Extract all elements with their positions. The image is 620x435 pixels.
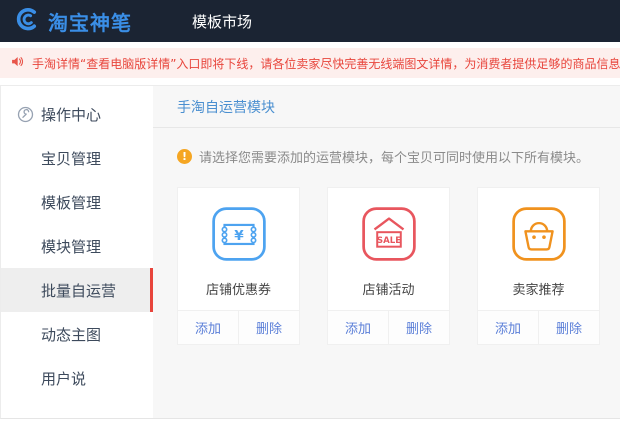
- sidebar-item-label: 宝贝管理: [41, 148, 101, 169]
- sidebar-item-label: 模块管理: [41, 236, 101, 257]
- main-panel: 手淘自运营模块 ! 请选择您需要添加的运营模块，每个宝贝可同时使用以下所有模块。: [153, 86, 620, 418]
- svg-text:SALE: SALE: [376, 236, 400, 246]
- sidebar-item-label: 模板管理: [41, 192, 101, 213]
- speaker-icon: [10, 54, 25, 72]
- add-button[interactable]: 添加: [328, 311, 388, 344]
- module-card-activity: SALE 店铺活动 添加 删除: [327, 187, 450, 345]
- card-label: 卖家推荐: [478, 279, 599, 298]
- card-actions: 添加 删除: [328, 310, 449, 344]
- section-title: 手淘自运营模块: [177, 97, 275, 117]
- delete-button[interactable]: 删除: [238, 311, 299, 344]
- info-text: 请选择您需要添加的运营模块，每个宝贝可同时使用以下所有模块。: [199, 147, 589, 166]
- svg-text:¥: ¥: [234, 228, 244, 244]
- add-button[interactable]: 添加: [178, 311, 238, 344]
- sidebar-item-operation-center[interactable]: 操作中心: [1, 92, 153, 136]
- delete-button[interactable]: 删除: [538, 311, 599, 344]
- section-header: 手淘自运营模块: [153, 86, 620, 128]
- card-body: ¥ 店铺优惠券: [178, 188, 299, 310]
- coupon-icon: ¥: [210, 205, 268, 267]
- module-cards: ¥ 店铺优惠券 添加 删除: [177, 187, 600, 345]
- sidebar-item-batch-self-operation[interactable]: 批量自运营: [1, 268, 153, 312]
- card-label: 店铺活动: [328, 279, 449, 298]
- warning-icon: !: [177, 149, 192, 164]
- operation-center-icon: [17, 106, 34, 123]
- logo-text: 淘宝神笔: [48, 7, 132, 36]
- module-card-coupon: ¥ 店铺优惠券 添加 删除: [177, 187, 300, 345]
- info-message: ! 请选择您需要添加的运营模块，每个宝贝可同时使用以下所有模块。: [177, 147, 620, 166]
- delete-button[interactable]: 删除: [388, 311, 449, 344]
- top-navbar: 淘宝神笔 模板市场: [0, 0, 620, 42]
- basket-icon: [510, 205, 568, 267]
- card-body: 卖家推荐: [478, 188, 599, 310]
- sale-icon: SALE: [360, 205, 418, 267]
- card-actions: 添加 删除: [178, 310, 299, 344]
- nav-tab-template-market[interactable]: 模板市场: [192, 11, 252, 32]
- sidebar-item-module-management[interactable]: 模块管理: [1, 224, 153, 268]
- app-logo[interactable]: 淘宝神笔: [14, 6, 132, 36]
- sidebar-item-label: 操作中心: [41, 104, 101, 125]
- sidebar: 操作中心 宝贝管理 模板管理 模块管理 批量自运营 动态主图 用户说: [1, 86, 153, 418]
- sidebar-item-user-reviews[interactable]: 用户说: [1, 356, 153, 400]
- announcement-text: 手淘详情“查看电脑版详情”入口即将下线，请各位卖家尽快完善无线端图文详情，为消费…: [32, 55, 620, 72]
- shenbi-logo-icon: [14, 6, 40, 36]
- sidebar-item-item-management[interactable]: 宝贝管理: [1, 136, 153, 180]
- sidebar-item-template-management[interactable]: 模板管理: [1, 180, 153, 224]
- card-actions: 添加 删除: [478, 310, 599, 344]
- sidebar-item-label: 动态主图: [41, 324, 101, 345]
- sidebar-item-label: 批量自运营: [41, 280, 116, 301]
- sidebar-item-label: 用户说: [41, 368, 86, 389]
- announcement-bar: 手淘详情“查看电脑版详情”入口即将下线，请各位卖家尽快完善无线端图文详情，为消费…: [0, 48, 620, 78]
- module-card-seller-recommend: 卖家推荐 添加 删除: [477, 187, 600, 345]
- app-container: 操作中心 宝贝管理 模板管理 模块管理 批量自运营 动态主图 用户说 手淘自运营…: [0, 85, 620, 419]
- card-label: 店铺优惠券: [178, 279, 299, 298]
- card-body: SALE 店铺活动: [328, 188, 449, 310]
- sidebar-item-dynamic-main-image[interactable]: 动态主图: [1, 312, 153, 356]
- add-button[interactable]: 添加: [478, 311, 538, 344]
